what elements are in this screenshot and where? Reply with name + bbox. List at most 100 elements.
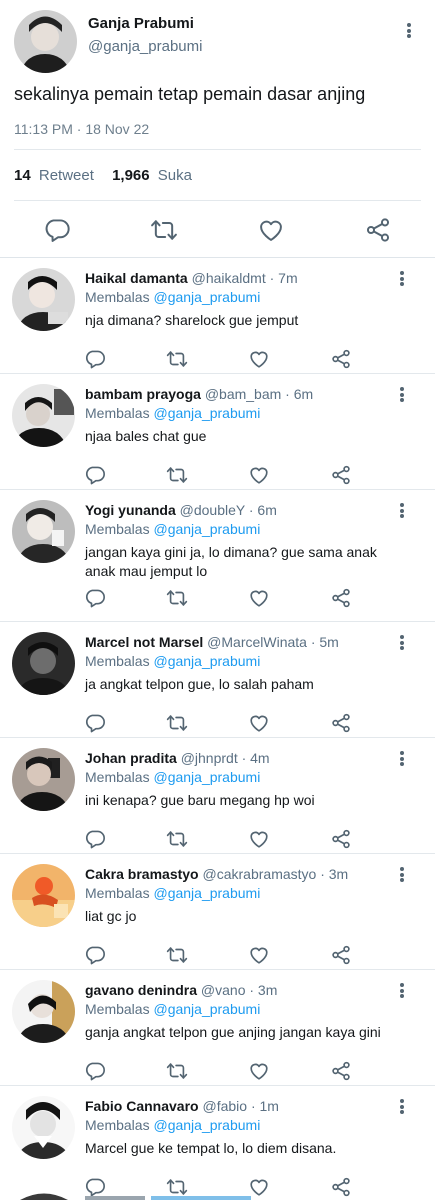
reply-icon[interactable] xyxy=(84,348,106,370)
avatar[interactable] xyxy=(12,268,75,331)
replying-mention[interactable]: @ganja_prabumi xyxy=(153,769,260,785)
replying-mention[interactable]: @ganja_prabumi xyxy=(153,653,260,669)
reply-author-name[interactable]: gavano denindra xyxy=(85,982,197,998)
reply-tweet[interactable]: bambam prayoga @bam_bam · 6m Membalas @g… xyxy=(0,374,435,490)
retweet-icon[interactable] xyxy=(166,828,188,850)
share-icon[interactable] xyxy=(364,216,392,244)
share-icon[interactable] xyxy=(330,944,352,966)
reply-author-meta[interactable]: @doubleY · 6m xyxy=(180,502,277,518)
reply-author-meta[interactable]: @jhnprdt · 4m xyxy=(181,750,270,766)
share-icon[interactable] xyxy=(330,828,352,850)
avatar[interactable] xyxy=(12,632,75,695)
retweet-icon[interactable] xyxy=(166,348,188,370)
reply-text: ganja angkat telpon gue anjing jangan ka… xyxy=(85,1024,381,1040)
avatar[interactable] xyxy=(12,864,75,927)
avatar[interactable] xyxy=(12,500,75,563)
like-icon[interactable] xyxy=(248,348,270,370)
avatar[interactable] xyxy=(12,384,75,447)
like-icon[interactable] xyxy=(248,464,270,486)
like-icon[interactable] xyxy=(248,828,270,850)
retweet-count[interactable]: 14 xyxy=(14,167,31,184)
replying-mention[interactable]: @ganja_prabumi xyxy=(153,405,260,421)
reply-icon[interactable] xyxy=(84,828,106,850)
avatar[interactable] xyxy=(12,748,75,811)
more-options-icon[interactable] xyxy=(398,751,406,766)
reply-author-name[interactable]: bambam prayoga xyxy=(85,386,201,402)
avatar[interactable] xyxy=(12,1096,75,1159)
reply-tweet[interactable]: Johan pradita @jhnprdt · 4m Membalas @ga… xyxy=(0,738,435,854)
share-icon[interactable] xyxy=(330,464,352,486)
reply-author-name[interactable]: Yogi yunanda xyxy=(85,502,176,518)
reply-tweet[interactable]: Cakra bramastyo @cakrabramastyo · 3m Mem… xyxy=(0,854,435,970)
more-options-icon[interactable] xyxy=(398,503,406,518)
replying-mention[interactable]: @ganja_prabumi xyxy=(153,885,260,901)
reply-text: ini kenapa? gue baru megang hp woi xyxy=(85,792,315,808)
retweet-icon[interactable] xyxy=(150,216,178,244)
retweet-icon[interactable] xyxy=(166,1060,188,1082)
like-count[interactable]: 1,966 xyxy=(112,167,150,184)
more-options-icon[interactable] xyxy=(405,23,413,38)
more-options-icon[interactable] xyxy=(398,635,406,650)
more-options-icon[interactable] xyxy=(398,387,406,402)
reply-tweet[interactable]: Yogi yunanda @doubleY · 6m Membalas @gan… xyxy=(0,490,435,622)
more-options-icon[interactable] xyxy=(398,867,406,882)
reply-header: Haikal damanta @haikaldmt · 7m xyxy=(85,270,298,286)
author-name[interactable]: Ganja Prabumi xyxy=(88,15,194,32)
reply-author-meta[interactable]: @haikaldmt · 7m xyxy=(192,270,298,286)
avatar[interactable] xyxy=(12,980,75,1043)
share-icon[interactable] xyxy=(330,348,352,370)
like-icon[interactable] xyxy=(257,216,285,244)
retweet-icon[interactable] xyxy=(166,712,188,734)
replying-label: Membalas xyxy=(85,1117,150,1133)
reply-author-meta[interactable]: @fabio · 1m xyxy=(202,1098,278,1114)
replying-mention[interactable]: @ganja_prabumi xyxy=(153,1117,260,1133)
reply-tweet[interactable]: gavano denindra @vano · 3m Membalas @gan… xyxy=(0,970,435,1086)
author-handle[interactable]: @ganja_prabumi xyxy=(88,38,202,55)
reply-author-meta[interactable]: @MarcelWinata · 5m xyxy=(207,634,339,650)
partial-avatar xyxy=(14,1193,74,1200)
replying-mention[interactable]: @ganja_prabumi xyxy=(153,521,260,537)
reply-author-name[interactable]: Marcel not Marsel xyxy=(85,634,203,650)
retweet-label[interactable]: Retweet xyxy=(39,167,94,184)
replying-mention[interactable]: @ganja_prabumi xyxy=(153,289,260,305)
reply-author-meta[interactable]: @vano · 3m xyxy=(201,982,277,998)
retweet-icon[interactable] xyxy=(166,587,188,609)
like-label[interactable]: Suka xyxy=(158,167,192,184)
avatar[interactable] xyxy=(14,10,77,73)
like-icon[interactable] xyxy=(248,1060,270,1082)
divider xyxy=(14,200,421,201)
reply-author-name[interactable]: Cakra bramastyo xyxy=(85,866,199,882)
reply-icon[interactable] xyxy=(84,587,106,609)
retweet-icon[interactable] xyxy=(166,944,188,966)
reply-author-meta[interactable]: @bam_bam · 6m xyxy=(205,386,313,402)
reply-icon[interactable] xyxy=(84,1060,106,1082)
more-options-icon[interactable] xyxy=(398,1099,406,1114)
reply-author-name[interactable]: Haikal damanta xyxy=(85,270,188,286)
reply-author-meta[interactable]: @cakrabramastyo · 3m xyxy=(203,866,349,882)
share-icon[interactable] xyxy=(330,587,352,609)
replying-mention[interactable]: @ganja_prabumi xyxy=(153,1001,260,1017)
reply-icon[interactable] xyxy=(84,944,106,966)
reply-tweet[interactable]: Marcel not Marsel @MarcelWinata · 5m Mem… xyxy=(0,622,435,738)
reply-icon[interactable] xyxy=(84,712,106,734)
share-icon[interactable] xyxy=(330,712,352,734)
like-icon[interactable] xyxy=(248,587,270,609)
reply-tweet[interactable]: Haikal damanta @haikaldmt · 7m Membalas … xyxy=(0,258,435,374)
retweet-icon[interactable] xyxy=(166,464,188,486)
more-options-icon[interactable] xyxy=(398,983,406,998)
like-icon[interactable] xyxy=(248,944,270,966)
more-options-icon[interactable] xyxy=(398,271,406,286)
reply-author-name[interactable]: Johan pradita xyxy=(85,750,177,766)
share-icon[interactable] xyxy=(330,1176,352,1198)
reply-icon[interactable] xyxy=(43,216,71,244)
reply-text: jangan kaya gini ja, lo dimana? gue sama… xyxy=(85,544,377,579)
reply-icon[interactable] xyxy=(84,464,106,486)
reply-author-name[interactable]: Fabio Cannavaro xyxy=(85,1098,199,1114)
tweet-stats: 14 Retweet 1,966 Suka xyxy=(14,167,192,184)
reply-text: njaa bales chat gue xyxy=(85,428,207,444)
replying-label: Membalas xyxy=(85,653,150,669)
tweet-timestamp[interactable]: 11:13 PM · 18 Nov 22 xyxy=(14,121,149,137)
reply-tweet[interactable]: Fabio Cannavaro @fabio · 1m Membalas @ga… xyxy=(0,1086,435,1200)
share-icon[interactable] xyxy=(330,1060,352,1082)
like-icon[interactable] xyxy=(248,712,270,734)
